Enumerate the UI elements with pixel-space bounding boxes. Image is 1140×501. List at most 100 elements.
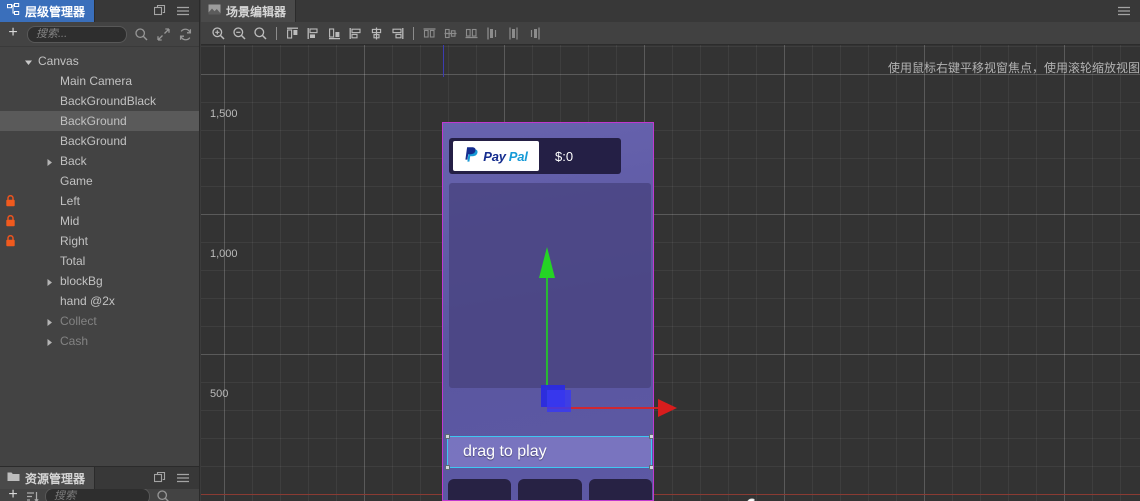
ruler-label: 500 bbox=[210, 388, 229, 400]
popout-icon[interactable] bbox=[154, 5, 166, 17]
tree-item-left[interactable]: Left bbox=[0, 191, 199, 211]
slot-2[interactable] bbox=[518, 479, 582, 500]
search-icon[interactable] bbox=[134, 27, 149, 42]
scene-viewport[interactable]: 使用鼠标右键平移视窗焦点，使用滚轮缩放视图 1,5001,0005000 bbox=[201, 45, 1140, 501]
asset-search-box[interactable] bbox=[45, 489, 150, 501]
toolbar-separator bbox=[271, 23, 282, 44]
game-board bbox=[449, 183, 651, 388]
tree-item-label: Left bbox=[60, 194, 81, 208]
hierarchy-search-input[interactable] bbox=[36, 28, 118, 40]
distribute-left-icon[interactable] bbox=[482, 23, 503, 44]
tab-hierarchy[interactable]: 层级管理器 bbox=[0, 0, 96, 22]
balance-label: $:0 bbox=[555, 148, 574, 164]
search-icon[interactable] bbox=[156, 489, 171, 501]
tab-scene-editor[interactable]: 场景编辑器 bbox=[201, 0, 297, 22]
lock-icon[interactable] bbox=[5, 234, 16, 247]
add-node-button[interactable]: + bbox=[6, 25, 20, 43]
hierarchy-toolbar: + bbox=[0, 22, 199, 47]
tree-item-label: Right bbox=[60, 234, 89, 248]
tab-assets-label: 资源管理器 bbox=[25, 471, 86, 486]
align-left-icon[interactable] bbox=[345, 23, 366, 44]
tree-item-canvas[interactable]: Canvas bbox=[0, 51, 199, 71]
distribute-middle-icon[interactable] bbox=[440, 23, 461, 44]
slot-3[interactable] bbox=[588, 479, 652, 500]
viewport-hint: 使用鼠标右键平移视窗焦点，使用滚轮缩放视图 bbox=[887, 61, 1140, 75]
distribute-center-icon[interactable] bbox=[503, 23, 524, 44]
tree-item-label: BackGround bbox=[60, 114, 127, 128]
game-canvas-frame[interactable]: Pay Pal $:0 drag to play bbox=[442, 122, 654, 501]
tab-hierarchy-label: 层级管理器 bbox=[25, 4, 86, 19]
tree-item-label: hand @2x bbox=[60, 294, 115, 308]
align-vertical-center-icon[interactable] bbox=[303, 23, 324, 44]
hierarchy-search-box[interactable] bbox=[27, 25, 127, 43]
expand-arrow-icon[interactable] bbox=[46, 156, 56, 166]
game-slot-row bbox=[448, 479, 652, 500]
scene-tabbar: 场景编辑器 bbox=[201, 0, 1140, 22]
tree-item-label: Main Camera bbox=[60, 74, 133, 88]
tree-item-total[interactable]: Total bbox=[0, 251, 199, 271]
arrow-spacer bbox=[46, 216, 56, 226]
tree-item-label: Total bbox=[60, 254, 86, 268]
paypal-wordmark-pay: Pay bbox=[483, 148, 506, 164]
hamburger-menu-icon[interactable] bbox=[1117, 5, 1131, 17]
distribute-bottom-icon[interactable] bbox=[461, 23, 482, 44]
align-right-icon[interactable] bbox=[387, 23, 408, 44]
lock-icon[interactable] bbox=[5, 194, 16, 207]
scene-icon bbox=[208, 4, 221, 18]
hamburger-menu-icon[interactable] bbox=[176, 5, 190, 17]
zoom-out-icon[interactable] bbox=[229, 23, 250, 44]
asset-panel: 资源管理器 + bbox=[0, 466, 200, 501]
paypal-wordmark-pal: Pal bbox=[508, 148, 528, 164]
align-bottom-icon[interactable] bbox=[324, 23, 345, 44]
tree-item-hand-2x[interactable]: hand @2x bbox=[0, 291, 199, 311]
lock-icon[interactable] bbox=[5, 214, 16, 227]
selection-handle-tl[interactable] bbox=[445, 434, 450, 439]
world-axis-y-line bbox=[443, 45, 444, 77]
tree-item-label: Cash bbox=[60, 334, 89, 348]
scene-tabbar-empty bbox=[296, 0, 1140, 22]
hamburger-menu-icon[interactable] bbox=[176, 472, 190, 484]
arrow-spacer bbox=[46, 236, 56, 246]
expand-arrows-icon[interactable] bbox=[156, 27, 171, 42]
selection-handle-bl[interactable] bbox=[445, 465, 450, 470]
collapse-arrow-icon[interactable] bbox=[24, 56, 34, 66]
tree-item-main-camera[interactable]: Main Camera bbox=[0, 71, 199, 91]
align-horizontal-center-icon[interactable] bbox=[366, 23, 387, 44]
tree-item-backgroundblack[interactable]: BackGroundBlack bbox=[0, 91, 199, 111]
popout-icon[interactable] bbox=[154, 472, 166, 484]
align-top-icon[interactable] bbox=[282, 23, 303, 44]
distribute-right-icon[interactable] bbox=[524, 23, 545, 44]
drag-to-play-node[interactable]: drag to play bbox=[445, 434, 653, 470]
tab-scene-editor-label: 场景编辑器 bbox=[226, 4, 287, 19]
selection-handle-br[interactable] bbox=[649, 465, 653, 470]
tree-item-cash[interactable]: Cash bbox=[0, 331, 199, 351]
tree-item-background[interactable]: BackGround bbox=[0, 111, 199, 131]
arrow-spacer bbox=[46, 296, 56, 306]
tab-assets[interactable]: 资源管理器 bbox=[0, 467, 96, 489]
folder-icon bbox=[7, 471, 20, 485]
tree-item-game[interactable]: Game bbox=[0, 171, 199, 191]
zoom-fit-icon[interactable] bbox=[250, 23, 271, 44]
tree-item-right[interactable]: Right bbox=[0, 231, 199, 251]
add-asset-button[interactable]: + bbox=[6, 489, 20, 501]
pointing-hand-cursor bbox=[747, 498, 755, 501]
expand-arrow-icon[interactable] bbox=[46, 316, 56, 326]
hierarchy-tree: Canvas Main Camera BackGroundBlack BackGrou… bbox=[0, 47, 199, 457]
hierarchy-tabbar: 层级管理器 bbox=[0, 0, 199, 22]
refresh-icon[interactable] bbox=[178, 27, 193, 42]
expand-arrow-icon[interactable] bbox=[46, 276, 56, 286]
tree-item-blockbg[interactable]: blockBg bbox=[0, 271, 199, 291]
tree-item-collect[interactable]: Collect bbox=[0, 311, 199, 331]
asset-search-input[interactable] bbox=[54, 490, 141, 501]
expand-arrow-icon[interactable] bbox=[46, 336, 56, 346]
tree-item-background[interactable]: BackGround bbox=[0, 131, 199, 151]
slot-1[interactable] bbox=[448, 479, 512, 500]
selection-handle-tr[interactable] bbox=[649, 434, 653, 439]
ruler-label: 1,000 bbox=[210, 248, 238, 260]
distribute-top-icon[interactable] bbox=[419, 23, 440, 44]
sort-icon[interactable] bbox=[26, 490, 39, 501]
hierarchy-icon bbox=[7, 3, 20, 19]
zoom-in-icon[interactable] bbox=[208, 23, 229, 44]
tree-item-mid[interactable]: Mid bbox=[0, 211, 199, 231]
tree-item-back[interactable]: Back bbox=[0, 151, 199, 171]
